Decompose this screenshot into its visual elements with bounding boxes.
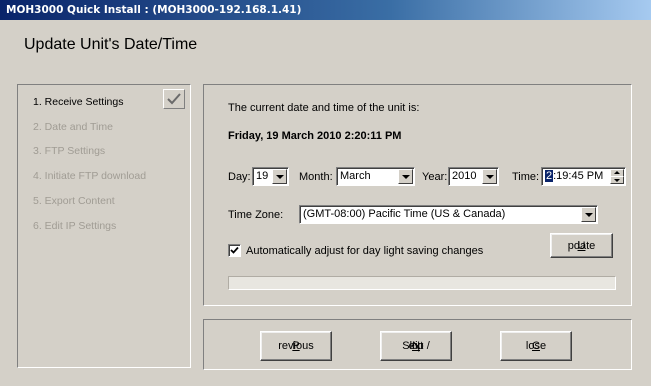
step-edit-ip-settings: 6. Edit IP Settings <box>33 220 117 232</box>
page-header: Update Unit's Date/Time <box>0 20 651 72</box>
year-select[interactable]: 2010 <box>448 167 499 186</box>
day-select[interactable]: 19 <box>252 167 289 186</box>
chevron-down-icon[interactable] <box>272 169 287 184</box>
chevron-down-icon[interactable] <box>398 169 413 184</box>
month-value: March <box>340 170 371 182</box>
current-datetime-value: Friday, 19 March 2010 2:20:11 PM <box>228 130 402 142</box>
time-spinner[interactable] <box>610 169 624 184</box>
navigation-panel: Previous Skip / Next Close <box>203 319 632 370</box>
day-value: 19 <box>256 170 269 182</box>
chevron-down-icon[interactable] <box>482 169 497 184</box>
dst-label: Automatically adjust for day light savin… <box>246 245 484 257</box>
time-hour: 2 <box>545 170 554 182</box>
year-label: Year: <box>422 171 448 183</box>
step-export-content: 5. Export Content <box>33 195 115 207</box>
page-title: Update Unit's Date/Time <box>24 36 198 53</box>
time-value: 2:19:45 PM <box>545 170 603 182</box>
time-rest: :19:45 PM <box>553 170 604 182</box>
update-progress-bar <box>228 276 616 290</box>
skip-next-button[interactable]: Skip / Next <box>380 331 452 361</box>
step-ftp-settings: 3. FTP Settings <box>33 145 106 157</box>
step-receive-settings: 1. Receive Settings <box>33 96 124 108</box>
current-datetime-label: The current date and time of the unit is… <box>228 102 420 114</box>
previous-label: revious <box>278 340 314 352</box>
window-title: MOH3000 Quick Install : (MOH3000-192.168… <box>6 4 302 16</box>
date-time-panel: The current date and time of the unit is… <box>203 84 632 306</box>
day-label: Day: <box>228 171 251 183</box>
time-picker[interactable]: 2:19:45 PM <box>541 167 626 186</box>
chevron-down-icon[interactable] <box>581 207 596 222</box>
wizard-steps-panel: 1. Receive Settings 2. Date and Time 3. … <box>17 84 191 368</box>
previous-button[interactable]: Previous <box>260 331 332 361</box>
year-value: 2010 <box>452 170 477 182</box>
timezone-select[interactable]: (GMT-08:00) Pacific Time (US & Canada) <box>299 205 598 224</box>
month-select[interactable]: March <box>336 167 415 186</box>
step-date-and-time: 2. Date and Time <box>33 121 113 133</box>
time-label: Time: <box>512 171 540 183</box>
month-label: Month: <box>299 171 333 183</box>
checkmark-icon <box>163 89 185 109</box>
close-label: lose <box>525 340 547 352</box>
update-label: pdate <box>567 239 596 252</box>
timezone-label: Time Zone: <box>228 209 284 221</box>
title-bar[interactable]: MOH3000 Quick Install : (MOH3000-192.168… <box>0 0 651 20</box>
next-label: ext <box>408 340 424 352</box>
step-initiate-ftp-download: 4. Initiate FTP download <box>33 170 147 182</box>
update-button[interactable]: Update <box>550 233 613 258</box>
timezone-value: (GMT-08:00) Pacific Time (US & Canada) <box>303 208 506 220</box>
spin-down-icon[interactable] <box>610 176 624 184</box>
quick-install-window: MOH3000 Quick Install : (MOH3000-192.168… <box>0 0 651 386</box>
close-button[interactable]: Close <box>500 331 572 361</box>
dst-checkbox[interactable] <box>228 244 241 257</box>
checkmark-icon <box>230 246 239 254</box>
